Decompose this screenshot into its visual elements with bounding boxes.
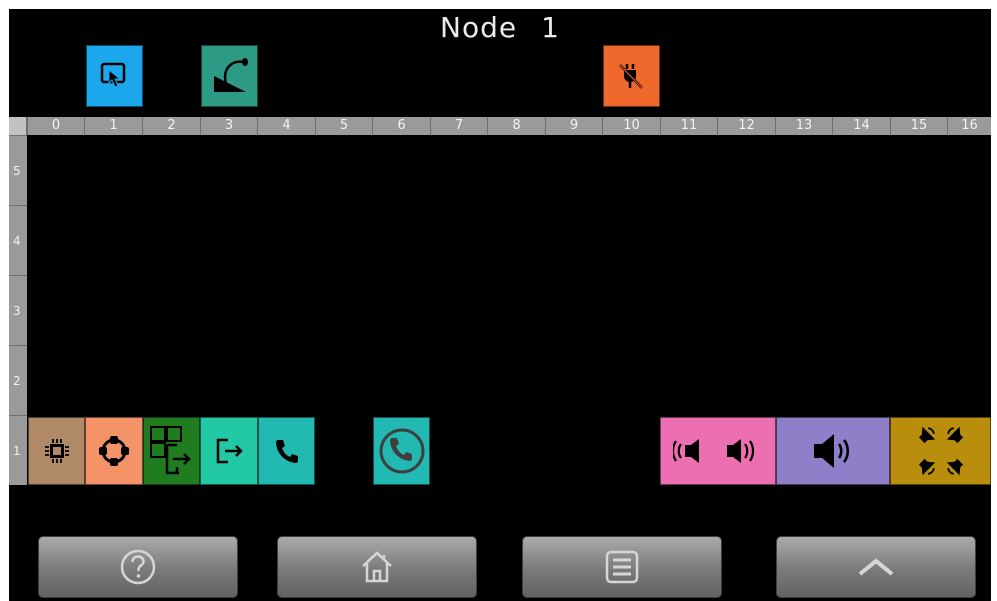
column-label: 11 xyxy=(660,117,717,135)
node-number: 1 xyxy=(541,11,560,44)
column-label: 3 xyxy=(200,117,257,135)
column-label: 8 xyxy=(487,117,545,135)
column-label: 0 xyxy=(27,117,84,135)
title-label: Node xyxy=(440,11,518,44)
row-ruler: 5 4 3 2 1 xyxy=(9,135,27,485)
column-label: 6 xyxy=(372,117,430,135)
column-label: 14 xyxy=(832,117,890,135)
row-label: 4 xyxy=(9,205,27,275)
row-label: 3 xyxy=(9,275,27,345)
stereo-speakers-tile[interactable] xyxy=(660,417,776,485)
network-ring-icon xyxy=(99,436,129,466)
multi-output-icon xyxy=(149,426,191,475)
speaker-icon xyxy=(814,434,850,468)
column-label: 13 xyxy=(775,117,832,135)
home-button[interactable] xyxy=(277,536,477,598)
phone-icon xyxy=(275,440,298,463)
chevron-up-icon xyxy=(858,558,894,576)
chip-icon xyxy=(44,439,69,463)
help-button[interactable] xyxy=(38,536,238,598)
stereo-speakers-icon xyxy=(673,439,755,463)
column-label: 9 xyxy=(545,117,602,135)
network-ring-tile[interactable] xyxy=(85,417,143,485)
phone-circle-icon xyxy=(379,428,424,474)
four-speakers-tile[interactable] xyxy=(890,417,991,485)
menu-icon xyxy=(605,550,639,584)
speaker-tile[interactable] xyxy=(776,417,890,485)
column-label: 2 xyxy=(142,117,200,135)
column-label: 15 xyxy=(890,117,947,135)
four-speakers-icon xyxy=(918,426,963,476)
row-label: 1 xyxy=(9,415,27,485)
gooseneck-mic-icon xyxy=(213,58,248,92)
touch-screen-tile[interactable] xyxy=(86,45,143,107)
up-button[interactable] xyxy=(776,536,976,598)
column-label: 5 xyxy=(315,117,372,135)
page-title: Node 1 xyxy=(9,11,991,44)
column-ruler: 0 1 2 3 4 5 6 7 8 9 10 11 12 13 14 15 16 xyxy=(9,117,991,135)
question-circle-icon xyxy=(120,549,156,585)
phone-circle-tile[interactable] xyxy=(373,417,430,485)
column-label: 16 xyxy=(947,117,991,135)
column-label: 4 xyxy=(257,117,315,135)
output-tile[interactable] xyxy=(200,417,258,485)
gooseneck-mic-tile[interactable] xyxy=(201,45,258,107)
screen: Node 1 0 1 2 3 4 5 6 7 8 9 10 11 12 13 1… xyxy=(9,9,991,601)
menu-button[interactable] xyxy=(522,536,722,598)
column-label: 12 xyxy=(717,117,775,135)
output-icon xyxy=(216,438,243,464)
row-label: 2 xyxy=(9,345,27,415)
column-label: 7 xyxy=(430,117,487,135)
chip-module-tile[interactable] xyxy=(28,417,85,485)
no-power-plug-icon xyxy=(618,64,643,89)
touch-screen-icon xyxy=(100,62,125,88)
no-power-plug-tile[interactable] xyxy=(603,45,660,107)
row-label: 5 xyxy=(9,135,27,205)
phone-tile[interactable] xyxy=(258,417,315,485)
column-label: 1 xyxy=(84,117,142,135)
ruler-corner xyxy=(9,117,27,135)
multi-output-tile[interactable] xyxy=(143,417,200,485)
column-label: 10 xyxy=(602,117,660,135)
home-icon xyxy=(362,551,392,583)
